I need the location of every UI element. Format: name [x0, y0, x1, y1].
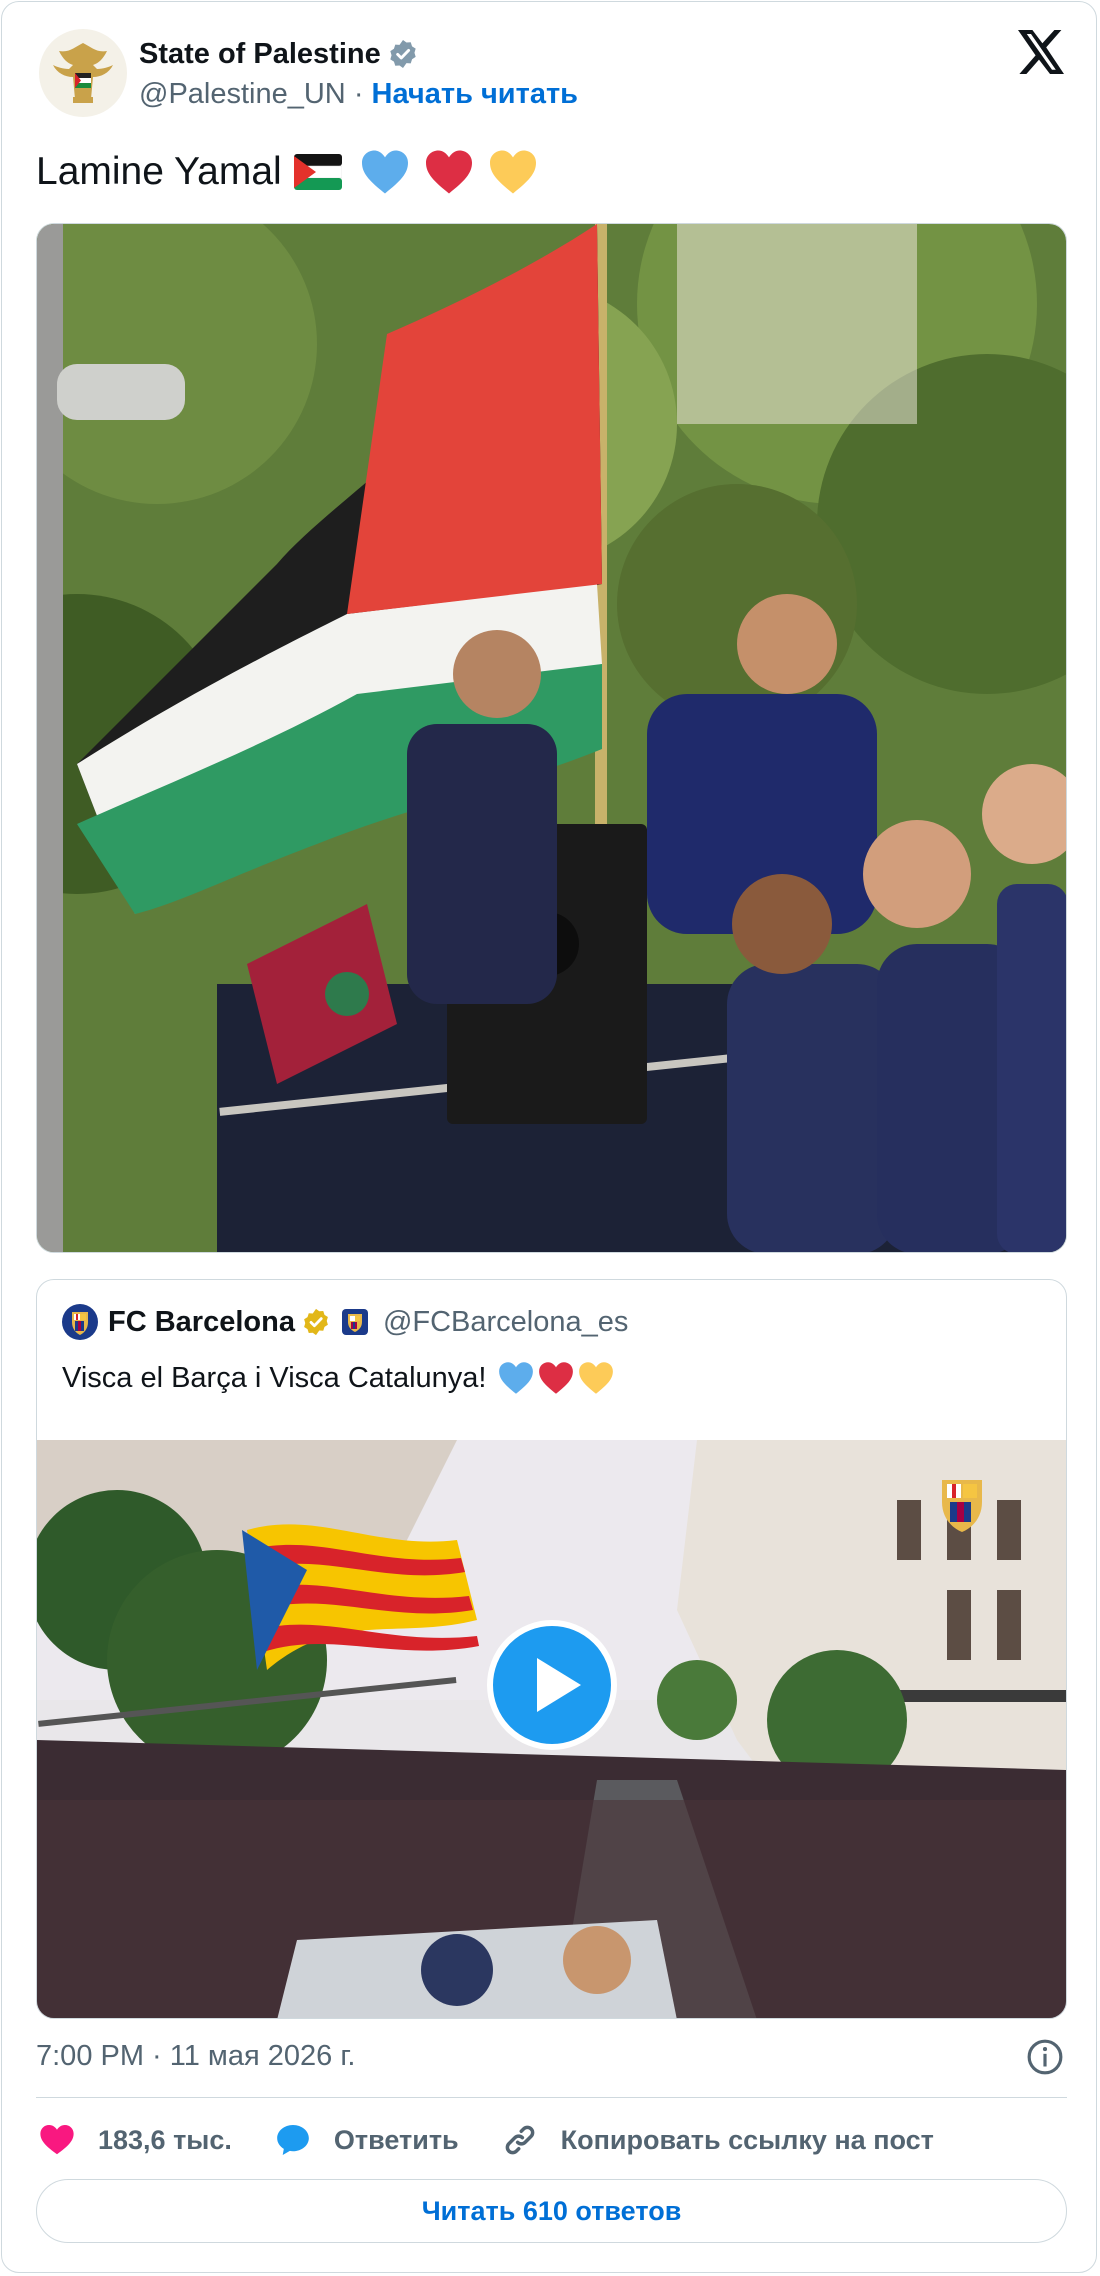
link-icon [505, 2125, 535, 2155]
quoted-text-content: Visca el Barça i Visca Catalunya! [62, 1361, 487, 1394]
reply-bubble-icon [277, 2124, 309, 2156]
tweet-embed-card: State of Palestine @Palestine_UN · Начат… [1, 1, 1097, 2273]
reply-button[interactable]: Ответить [274, 2121, 459, 2159]
tweet-timestamp[interactable]: 7:00 PM · 11 мая 2026 г. [36, 2036, 355, 2076]
red-heart-icon [539, 1362, 574, 1394]
blue-heart-icon [361, 150, 408, 194]
quoted-author-name[interactable]: FC Barcelona [108, 1306, 295, 1339]
x-logo-icon[interactable] [1018, 30, 1066, 74]
red-heart-icon [425, 150, 472, 194]
fc-barcelona-avatar[interactable] [62, 1304, 98, 1340]
like-count: 183,6 тыс. [98, 2124, 232, 2155]
quoted-author-handle[interactable]: @FCBarcelona_es [383, 1306, 628, 1339]
info-icon[interactable] [1026, 2038, 1064, 2076]
copy-link-button[interactable]: Копировать ссылку на пост [501, 2121, 934, 2159]
read-replies-button[interactable]: Читать 610 ответов [36, 2179, 1067, 2243]
tweet-text: Lamine Yamal [36, 144, 552, 200]
palestine-flag-icon [293, 154, 342, 190]
author-avatar[interactable] [39, 29, 127, 117]
quoted-text: Visca el Barça i Visca Catalunya! [62, 1356, 614, 1400]
copy-link-label: Копировать ссылку на пост [560, 2124, 934, 2155]
gold-verified-badge-icon [304, 1308, 328, 1336]
heart-icon [40, 2124, 74, 2155]
reply-label: Ответить [333, 2124, 459, 2155]
follow-link[interactable]: Начать читать [372, 78, 578, 111]
tweet-text-content: Lamine Yamal [36, 150, 282, 193]
like-button[interactable]: 183,6 тыс. [38, 2121, 232, 2159]
author-name[interactable]: State of Palestine [139, 38, 381, 71]
quoted-post[interactable]: FC Barcelona @FCBarcelona_es Visca el Ba… [36, 1279, 1067, 2019]
verified-badge-icon [390, 40, 416, 68]
handle-separator: · [345, 77, 372, 110]
tweet-photo[interactable] [36, 223, 1067, 1253]
divider [36, 2097, 1067, 2098]
action-bar: 183,6 тыс. Ответить Копировать ссылку на… [38, 2116, 934, 2164]
play-video-button[interactable] [487, 1620, 617, 1750]
yellow-heart-icon [579, 1362, 614, 1394]
author-handle[interactable]: @Palestine_UN [139, 78, 346, 111]
blue-heart-icon [499, 1362, 534, 1394]
yellow-heart-icon [489, 150, 536, 194]
affiliate-badge-icon [341, 1309, 368, 1335]
